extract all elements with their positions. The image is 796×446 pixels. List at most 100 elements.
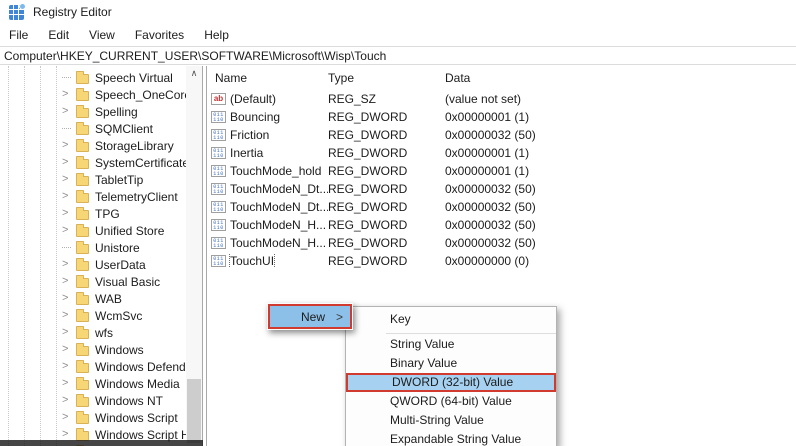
folder-icon [76,274,89,288]
chevron-right-icon[interactable]: > [62,208,76,219]
chevron-right-icon[interactable]: > [62,191,76,202]
tree-item[interactable]: > wfs [0,324,186,341]
menu-item-key[interactable]: Key [346,307,556,332]
menu-item-dword-32-bit-value[interactable]: DWORD (32-bit) Value [346,373,556,392]
tree-item[interactable]: > Spelling [0,103,186,120]
value-data: 0x00000032 (50) [445,236,536,250]
column-header-name[interactable]: Name [207,71,328,85]
menu-item-string-value[interactable]: String Value [346,335,556,354]
menu-item-expandable-string-value[interactable]: Expandable String Value [346,430,556,446]
table-row[interactable]: 011 110 TouchModeN_Dt... REG_DWORD 0x000000… [207,198,796,216]
tree-item[interactable]: > Windows Media [0,375,186,392]
tree-item-label: TPG [95,206,120,221]
table-row[interactable]: ab (Default) REG_SZ (value not set) [207,90,796,108]
list-header: Name Type Data [207,66,796,90]
chevron-right-icon[interactable]: > [62,174,76,185]
column-header-data[interactable]: Data [445,71,796,85]
menu-item-binary-value[interactable]: Binary Value [346,354,556,373]
value-name: Bouncing [230,110,281,124]
tree-item[interactable]: > Windows NT [0,392,186,409]
tree-item-label: Speech_OneCore [95,87,186,102]
chevron-right-icon[interactable]: > [62,293,76,304]
tree-item[interactable]: Unistore [0,239,186,256]
value-name: Inertia [230,146,264,160]
chevron-right-icon[interactable]: > [62,310,76,321]
tree-item-label: Windows Script [95,410,178,425]
value-data: 0x00000001 (1) [445,110,530,124]
tree-item-label: SQMClient [95,121,154,136]
menu-file[interactable]: File [9,28,28,42]
tree-item-label: TelemetryClient [95,189,178,204]
tree-item-label: Speech Virtual [95,70,173,85]
chevron-right-icon[interactable]: > [62,157,76,168]
folder-icon [76,376,89,390]
menu-item-new[interactable]: New > [268,304,352,329]
chevron-right-icon[interactable]: > [62,429,76,440]
value-type: REG_DWORD [328,128,408,142]
tree-item-label: Windows NT [95,393,164,408]
column-header-type[interactable]: Type [328,71,445,85]
chevron-right-icon[interactable]: > [62,395,76,406]
value-name-cell: 011 110 TouchModeN_H... [207,236,328,250]
tree-item[interactable]: > WAB [0,290,186,307]
scrollbar-thumb[interactable] [187,379,201,443]
chevron-right-icon[interactable]: > [62,412,76,423]
table-row[interactable]: 011 110 TouchModeN_Dt... REG_DWORD 0x000000… [207,180,796,198]
dword-value-icon: 011 110 [211,147,226,159]
value-data: 0x00000032 (50) [445,218,536,232]
value-name: TouchMode_hold [230,164,322,178]
tree-item[interactable]: > TabletTip [0,171,186,188]
registry-path: Computer\HKEY_CURRENT_USER\SOFTWARE\Micr… [4,48,387,63]
tree-item-label: Spelling [95,104,138,119]
tree-item[interactable]: > TPG [0,205,186,222]
chevron-right-icon[interactable]: > [62,140,76,151]
chevron-right-icon[interactable]: > [62,89,76,100]
menu-bar: File Edit View Favorites Help [0,24,796,46]
value-type: REG_DWORD [328,200,408,214]
tree-item[interactable]: > WcmSvc [0,307,186,324]
tree-item[interactable]: > Visual Basic [0,273,186,290]
tree-item[interactable]: > SystemCertificates [0,154,186,171]
chevron-right-icon[interactable]: > [62,344,76,355]
table-row[interactable]: 011 110 Inertia REG_DWORD 0x00000001 (1) [207,144,796,162]
registry-tree[interactable]: Speech Virtual > Speech_OneCore > Spelling SQ… [0,66,186,446]
folder-icon [76,393,89,407]
table-row[interactable]: 011 110 Bouncing REG_DWORD 0x00000001 (1) [207,108,796,126]
table-row[interactable]: 011 110 Friction REG_DWORD 0x00000032 (50) [207,126,796,144]
chevron-right-icon[interactable]: > [62,259,76,270]
value-name: TouchModeN_H... [230,218,327,232]
tree-item[interactable]: > TelemetryClient [0,188,186,205]
tree-item[interactable]: > Windows Script [0,409,186,426]
table-row[interactable]: 011 110 TouchModeN_H... REG_DWORD 0x0000003… [207,216,796,234]
tree-item[interactable]: > Windows Defender [0,358,186,375]
tree-scrollbar[interactable]: ∧ [186,66,202,446]
value-name-cell: 011 110 Friction [207,128,328,142]
menu-favorites[interactable]: Favorites [135,28,184,42]
scroll-up-icon[interactable]: ∧ [186,68,202,79]
value-name-cell: 011 110 TouchMode_hold [207,164,328,178]
tree-item[interactable]: > Windows [0,341,186,358]
value-name-cell: 011 110 TouchModeN_H... [207,218,328,232]
menu-help[interactable]: Help [204,28,229,42]
chevron-right-icon[interactable]: > [62,276,76,287]
tree-item[interactable]: > Speech_OneCore [0,86,186,103]
menu-edit[interactable]: Edit [48,28,69,42]
chevron-right-icon[interactable]: > [62,327,76,338]
tree-item[interactable]: SQMClient [0,120,186,137]
table-row[interactable]: 011 110 TouchModeN_H... REG_DWORD 0x0000003… [207,234,796,252]
menu-view[interactable]: View [89,28,115,42]
value-type: REG_DWORD [328,254,408,268]
tree-item[interactable]: > Unified Store [0,222,186,239]
tree-item[interactable]: Speech Virtual [0,69,186,86]
chevron-right-icon[interactable]: > [62,361,76,372]
table-row[interactable]: 011 110 TouchMode_hold REG_DWORD 0x00000001… [207,162,796,180]
tree-item[interactable]: > StorageLibrary [0,137,186,154]
table-row[interactable]: 011 110 TouchUI REG_DWORD 0x00000000 (0) [207,252,796,270]
tree-item[interactable]: > UserData [0,256,186,273]
chevron-right-icon[interactable]: > [62,225,76,236]
address-bar[interactable]: Computer\HKEY_CURRENT_USER\SOFTWARE\Micr… [0,46,796,65]
menu-item-multi-string-value[interactable]: Multi-String Value [346,411,556,430]
chevron-right-icon[interactable]: > [62,378,76,389]
menu-item-qword-64-bit-value[interactable]: QWORD (64-bit) Value [346,392,556,411]
chevron-right-icon[interactable]: > [62,106,76,117]
